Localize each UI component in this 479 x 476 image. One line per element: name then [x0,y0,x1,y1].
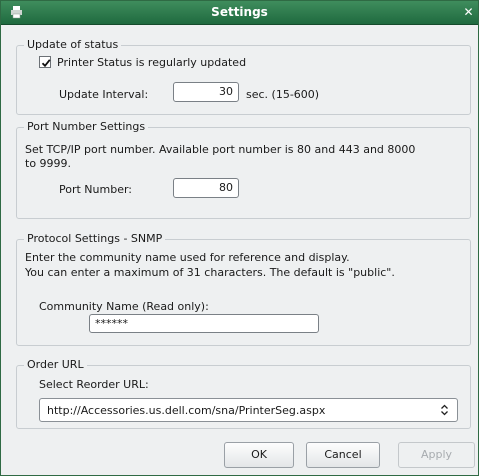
snmp-description-line1: Enter the community name used for refere… [25,251,350,264]
snmp-description-line2: You can enter a maximum of 31 characters… [25,266,395,279]
up-down-arrows-icon [438,403,451,417]
apply-button[interactable]: Apply [398,442,475,468]
reorder-url-value: http://Accessories.us.dell.com/sna/Print… [47,404,326,417]
printer-status-label[interactable]: Printer Status is regularly updated [57,56,246,69]
settings-dialog: Settings ✕ Update of status Printer Stat… [0,0,479,476]
port-description-line1: Set TCP/IP port number. Available port n… [25,143,416,156]
port-settings-group: Port Number Settings [16,120,471,219]
cancel-button[interactable]: Cancel [306,442,380,468]
port-number-label: Port Number: [59,183,133,196]
ok-button[interactable]: OK [224,442,294,468]
update-interval-label: Update Interval: [59,88,149,101]
community-name-label: Community Name (Read only): [39,300,209,313]
order-url-legend: Order URL [24,358,87,372]
port-number-input[interactable]: 80 [173,178,239,198]
community-name-input[interactable]: ****** [89,314,319,333]
update-interval-hint: sec. (15-600) [246,88,320,101]
update-interval-input[interactable]: 30 [173,82,239,102]
close-icon[interactable]: ✕ [462,5,475,19]
snmp-legend: Protocol Settings - SNMP [24,232,166,246]
port-settings-legend: Port Number Settings [24,120,149,134]
reorder-url-label: Select Reorder URL: [39,378,149,391]
reorder-url-select[interactable]: http://Accessories.us.dell.com/sna/Print… [39,398,458,422]
checkmark-icon [41,59,51,68]
update-status-legend: Update of status [24,38,122,52]
title-bar[interactable]: Settings ✕ [1,1,478,25]
port-description-line2: to 9999. [25,157,72,170]
printer-status-checkbox[interactable] [39,56,51,68]
window-title: Settings [211,5,268,19]
